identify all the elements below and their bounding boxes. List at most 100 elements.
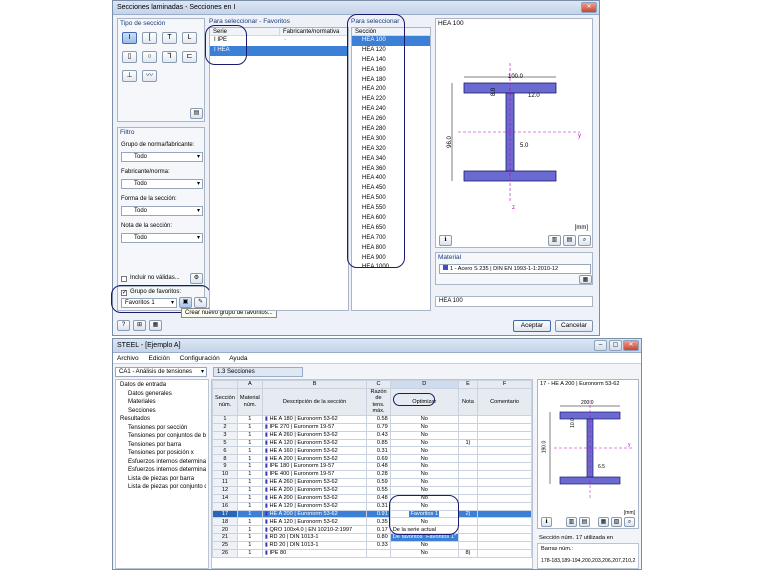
table-row[interactable]: 2 1 ▮ IPE 270 | Euronorm 19-57 0.79 No <box>212 422 532 432</box>
table-row[interactable]: 25 1 ▮ RD 20 | DIN 1013-1 0.33 No <box>212 541 532 551</box>
t-section-button[interactable]: T <box>162 32 177 44</box>
special-section-button[interactable]: ⊥ <box>122 70 137 82</box>
cell-comment[interactable] <box>477 549 532 558</box>
cell-comment[interactable] <box>477 525 532 535</box>
table-row[interactable]: 8 1 ▮ HE A 200 | Euronorm 53-62 0.69 No <box>212 454 532 464</box>
cell-comment[interactable] <box>477 517 532 527</box>
material-library-icon[interactable]: ▦ <box>579 275 592 284</box>
tree-item[interactable]: Tensiones por posición x <box>118 449 206 458</box>
tree-item[interactable]: Lista de piezas por barra <box>118 475 206 484</box>
tree-item[interactable]: Materiales <box>118 398 206 407</box>
steel-view-icon-3[interactable]: ▦ <box>598 517 609 527</box>
tree-item[interactable]: Resultados <box>118 415 206 424</box>
tree-item[interactable]: Datos de entrada <box>118 381 206 390</box>
cell-comment[interactable] <box>477 414 532 424</box>
cell-optimize[interactable]: No <box>389 549 459 558</box>
table-row[interactable]: 3 1 ▮ HE A 260 | Euronorm 53-62 0.43 No <box>212 430 532 440</box>
menu-archivo[interactable]: Archivo <box>117 355 139 362</box>
table-row[interactable]: 10 1 ▮ IPE 400 | Euronorm 19-57 0.28 No <box>212 470 532 480</box>
c-section-button[interactable]: ⊏ <box>182 51 197 63</box>
cell-optimize[interactable]: No <box>389 541 459 551</box>
include-invalid-checkbox[interactable] <box>121 276 127 282</box>
table-row[interactable]: 26 1 ▮ IPE 80 No 8) <box>212 549 532 558</box>
view-icon-1[interactable]: ▥ <box>548 235 561 246</box>
table-row[interactable]: 16 1 ▮ HE A 120 | Euronorm 53-62 0.31 No <box>212 501 532 511</box>
cell-comment[interactable] <box>477 509 532 519</box>
manufacturer-select[interactable]: Todo <box>121 179 203 189</box>
round-section-button[interactable]: ○ <box>142 51 157 63</box>
maximize-button[interactable]: ▢ <box>609 340 622 351</box>
steel-close-button[interactable]: ✕ <box>623 340 639 351</box>
cell-comment[interactable] <box>477 430 532 440</box>
cell-optimize[interactable]: No <box>389 462 459 472</box>
view-icon-2[interactable]: ▤ <box>563 235 576 246</box>
i-section-button[interactable]: Ι <box>122 32 137 44</box>
tab-secciones[interactable]: 1.3 Secciones <box>213 367 303 377</box>
cell-comment[interactable] <box>477 454 532 464</box>
ok-button[interactable]: Aceptar <box>513 320 551 332</box>
channel-section-button[interactable]: [ <box>142 32 157 44</box>
cell-comment[interactable] <box>477 446 532 456</box>
info-table-icon[interactable]: ▦ <box>149 320 162 331</box>
table-row[interactable]: 20 1 ▮ QRO 100x4.0 | EN 10210-2:1997 0.17 De… <box>212 525 532 535</box>
table-row[interactable]: 12 1 ▮ HE A 200 | Euronorm 53-62 0.55 No <box>212 485 532 495</box>
table-row[interactable]: 1 1 ▮ HE A 180 | Euronorm 53-62 0.58 No <box>212 414 532 424</box>
zoom-icon[interactable]: ⌕ <box>578 235 591 246</box>
steel-zoom-icon[interactable]: ⌕ <box>624 517 635 527</box>
tree-item[interactable]: Tensiones por barra <box>118 441 206 450</box>
table-row[interactable]: 21 1 ▮ RD 20 | DIN 1013-1 0.80 De favoritos … <box>212 533 532 543</box>
menu-configuracion[interactable]: Configuración <box>180 355 220 362</box>
shape-select[interactable]: Todo <box>121 206 203 216</box>
tree-item[interactable]: Tensiones por conjuntos de ba <box>118 432 206 441</box>
filter-settings-icon[interactable]: ⚙ <box>190 273 203 284</box>
dialog-close-button[interactable]: ✕ <box>581 2 597 13</box>
cell-optimize[interactable]: No <box>389 422 459 432</box>
wave-section-button[interactable]: 〰 <box>142 70 157 82</box>
steel-view-icon-2[interactable]: ▤ <box>579 517 590 527</box>
cell-comment[interactable] <box>477 462 532 472</box>
library-icon[interactable]: ▤ <box>190 108 203 119</box>
cell-comment[interactable] <box>477 438 532 448</box>
load-case-select[interactable]: CA1 - Análisis de tensiones <box>115 367 207 377</box>
norm-group-select[interactable]: Todo <box>121 152 203 162</box>
cell-comment[interactable] <box>477 422 532 432</box>
menu-ayuda[interactable]: Ayuda <box>229 355 247 362</box>
tree-item[interactable]: Tensiones por sección <box>118 424 206 433</box>
cell-comment[interactable] <box>477 541 532 551</box>
info-icon[interactable]: ℹ <box>439 235 452 246</box>
cancel-button[interactable]: Cancelar <box>555 320 593 332</box>
tree-item[interactable]: Lista de piezas por conjunto de <box>118 483 206 492</box>
minimize-button[interactable]: – <box>594 340 607 351</box>
tree-item[interactable]: Esfuerzos internos determinante <box>118 458 206 467</box>
table-row[interactable]: 5 1 ▮ HE A 120 | Euronorm 53-62 0.85 No 1) <box>212 438 532 448</box>
cell-optimize[interactable]: No <box>389 414 459 424</box>
cell-optimize[interactable]: No <box>389 485 459 495</box>
cell-optimize[interactable]: No <box>389 470 459 480</box>
cell-comment[interactable] <box>477 470 532 480</box>
cell-optimize[interactable]: No <box>389 430 459 440</box>
z-section-button[interactable]: Ꞁ <box>162 51 177 63</box>
tree-item[interactable]: Secciones <box>118 407 206 416</box>
cell-comment[interactable] <box>477 478 532 487</box>
steel-view-icon-1[interactable]: ▥ <box>566 517 577 527</box>
steel-view-icon-4[interactable]: ▧ <box>611 517 622 527</box>
cell-comment[interactable] <box>477 533 532 543</box>
table-row[interactable]: 6 1 ▮ HE A 160 | Euronorm 53-62 0.31 No <box>212 446 532 456</box>
cell-comment[interactable] <box>477 493 532 503</box>
section-name-field[interactable]: HEA 100 <box>435 296 593 307</box>
tree-item[interactable]: Esfuerzos internos determinante <box>118 466 206 475</box>
cell-optimize[interactable]: No <box>389 454 459 464</box>
steel-info-icon[interactable]: ℹ <box>541 517 552 527</box>
tree-item[interactable]: Datos generales <box>118 390 206 399</box>
note-select[interactable]: Todo <box>121 233 203 243</box>
material-select[interactable]: 1 - Acero S 235 | DIN EN 1993-1-1:2010-1… <box>439 264 591 274</box>
cell-comment[interactable] <box>477 485 532 495</box>
rect-hollow-button[interactable]: ▯ <box>122 51 137 63</box>
help-icon[interactable]: ? <box>117 320 130 331</box>
table-row[interactable]: 9 1 ▮ IPE 180 | Euronorm 19-57 0.48 No <box>212 462 532 472</box>
table-row[interactable]: 18 1 ▮ HE A 120 | Euronorm 53-62 0.35 No <box>212 517 532 527</box>
table-row[interactable]: 11 1 ▮ HE A 260 | Euronorm 53-62 0.59 No <box>212 478 532 487</box>
cell-optimize[interactable]: No <box>389 438 459 448</box>
cell-optimize[interactable]: No <box>389 446 459 456</box>
table-row[interactable]: 17 1 ▮ HE A 200 | Euronorm 53-62 0.91 Favori… <box>212 509 532 519</box>
